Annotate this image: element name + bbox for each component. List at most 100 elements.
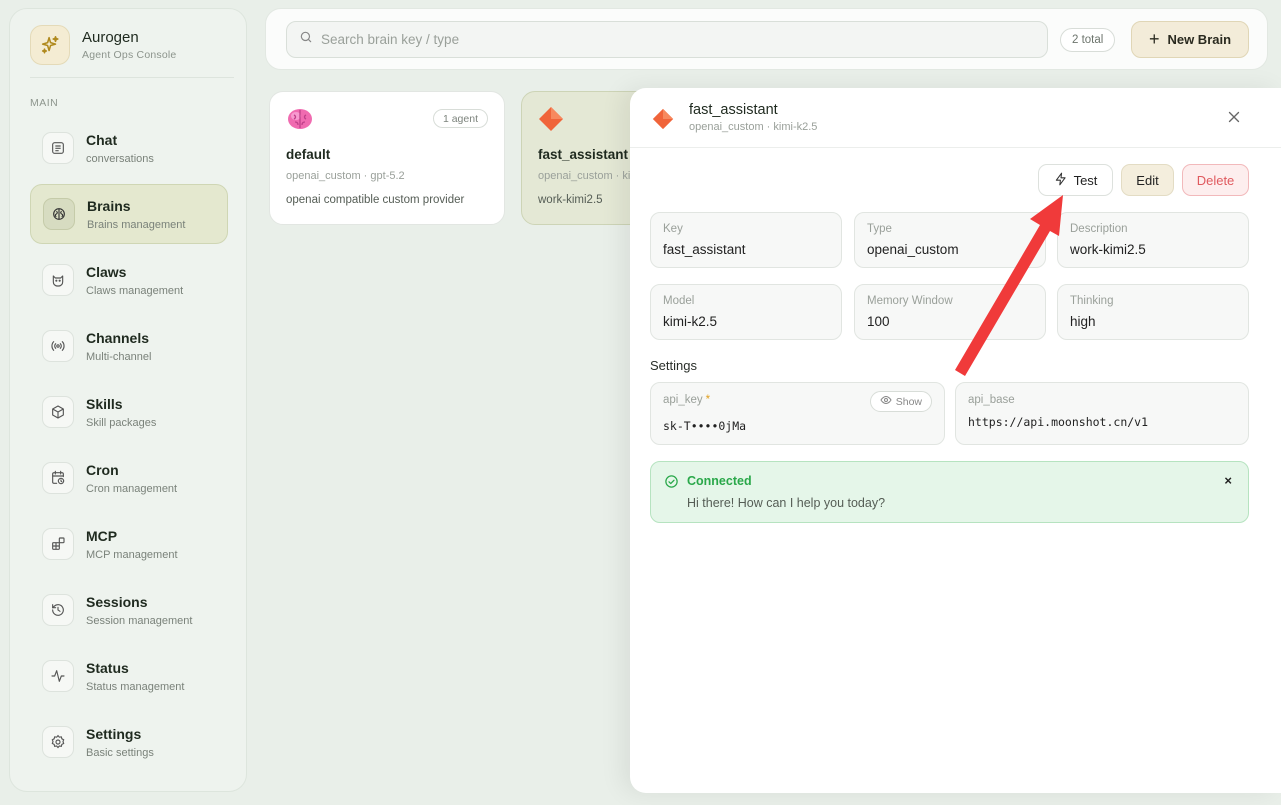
sidebar-item-mcp[interactable]: MCP MCP management	[30, 514, 228, 574]
divider	[630, 147, 1281, 148]
test-label: Test	[1073, 172, 1098, 188]
new-brain-label: New Brain	[1167, 32, 1232, 47]
brain-card-default[interactable]: 1 agent default openai_custom · gpt-5.2 …	[269, 91, 505, 225]
sidebar-item-sub: Cron management	[86, 482, 178, 495]
zap-icon	[1054, 172, 1074, 189]
field-value: openai_custom	[867, 242, 959, 257]
package-icon	[42, 396, 74, 428]
field-label: Thinking	[1070, 295, 1114, 307]
field-description: Description work-kimi2.5	[1057, 212, 1249, 268]
setting-label: api_base	[968, 394, 1015, 406]
close-icon[interactable]	[1225, 108, 1243, 126]
field-value: work-kimi2.5	[1070, 242, 1146, 257]
topbar: 2 total + New Brain	[265, 8, 1268, 70]
test-button[interactable]: Test	[1038, 164, 1113, 196]
calendar-clock-icon	[42, 462, 74, 494]
history-icon	[42, 594, 74, 626]
delete-button[interactable]: Delete	[1182, 164, 1249, 196]
sidebar-item-brains[interactable]: Brains Brains management	[30, 184, 228, 244]
api-key-value: sk-T••••0jMa	[663, 419, 747, 433]
sidebar-item-label: Chat	[86, 131, 118, 148]
api-base-value: https://api.moonshot.cn/v1	[968, 415, 1149, 429]
sidebar: Aurogen Agent Ops Console MAIN Chat conv…	[9, 8, 247, 792]
show-label: Show	[895, 395, 922, 408]
settings-heading: Settings	[650, 358, 697, 373]
chat-icon	[42, 132, 74, 164]
sidebar-item-settings[interactable]: Settings Basic settings	[30, 712, 228, 772]
section-label: MAIN	[30, 97, 59, 109]
sidebar-item-sessions[interactable]: Sessions Session management	[30, 580, 228, 640]
sidebar-item-sub: Brains management	[87, 218, 186, 231]
card-meta: openai_custom · gpt-5.2	[286, 170, 405, 182]
cat-icon	[42, 264, 74, 296]
sidebar-item-sub: MCP management	[86, 548, 178, 561]
brain-icon	[43, 198, 75, 230]
check-circle-icon	[664, 474, 679, 494]
broadcast-icon	[42, 330, 74, 362]
field-memory-window: Memory Window 100	[854, 284, 1046, 340]
drawer-title: fast_assistant	[689, 102, 778, 118]
sparkles-icon	[30, 25, 70, 65]
setting-api-base: api_base https://api.moonshot.cn/v1	[955, 382, 1249, 445]
field-key: Key fast_assistant	[650, 212, 842, 268]
card-title: fast_assistant	[538, 147, 629, 162]
connection-alert: Connected Hi there! How can I help you t…	[650, 461, 1249, 523]
sidebar-item-label: MCP	[86, 527, 118, 544]
plus-icon: +	[1148, 29, 1160, 49]
sidebar-item-sub: Status management	[86, 680, 185, 693]
sidebar-item-label: Claws	[86, 263, 127, 280]
search-input[interactable]	[321, 32, 1021, 47]
sidebar-item-chat[interactable]: Chat conversations	[30, 118, 228, 178]
required-marker: *	[705, 394, 711, 406]
field-type: Type openai_custom	[854, 212, 1046, 268]
sidebar-item-claws[interactable]: Claws Claws management	[30, 250, 228, 310]
sidebar-item-sub: Skill packages	[86, 416, 157, 429]
field-value: fast_assistant	[663, 242, 746, 257]
brand-title: Aurogen	[82, 29, 139, 46]
setting-api-key: api_key * Show sk-T••••0jMa	[650, 382, 945, 445]
card-title: default	[286, 147, 331, 162]
field-label: Key	[663, 223, 683, 235]
new-brain-button[interactable]: + New Brain	[1131, 21, 1249, 58]
blocks-icon	[42, 528, 74, 560]
sidebar-item-skills[interactable]: Skills Skill packages	[30, 382, 228, 442]
search-box[interactable]	[286, 21, 1048, 58]
field-label: Memory Window	[867, 295, 953, 307]
sidebar-item-sub: Claws management	[86, 284, 184, 297]
sidebar-item-sub: Multi-channel	[86, 350, 152, 363]
brain-icon	[286, 106, 314, 137]
sidebar-item-channels[interactable]: Channels Multi-channel	[30, 316, 228, 376]
brand: Aurogen Agent Ops Console	[30, 25, 176, 65]
brain-detail-drawer: fast_assistant openai_custom · kimi-k2.5…	[630, 88, 1281, 793]
field-label: Description	[1070, 223, 1128, 235]
alert-close-button[interactable]: ×	[1224, 473, 1232, 488]
total-count-badge: 2 total	[1060, 28, 1116, 52]
sidebar-item-sub: Basic settings	[86, 746, 154, 759]
card-description: openai compatible custom provider	[286, 194, 465, 206]
field-label: Model	[663, 295, 695, 307]
edit-button[interactable]: Edit	[1121, 164, 1174, 196]
eye-icon	[880, 394, 896, 409]
sidebar-item-label: Channels	[86, 329, 150, 346]
brand-subtitle: Agent Ops Console	[82, 49, 177, 61]
field-label: Type	[867, 223, 892, 235]
search-icon	[299, 30, 313, 49]
sidebar-item-label: Settings	[86, 725, 142, 742]
sidebar-item-label: Sessions	[86, 593, 148, 610]
alert-message: Hi there! How can I help you today?	[687, 496, 886, 510]
divider	[30, 77, 234, 78]
sidebar-item-label: Skills	[86, 395, 123, 412]
alert-title: Connected	[687, 474, 752, 488]
sidebar-item-label: Cron	[86, 461, 119, 478]
sidebar-item-status[interactable]: Status Status management	[30, 646, 228, 706]
drawer-meta: openai_custom · kimi-k2.5	[689, 121, 818, 133]
gear-icon	[42, 726, 74, 758]
show-secret-button[interactable]: Show	[869, 391, 932, 412]
diamond-icon	[538, 106, 564, 137]
sidebar-item-cron[interactable]: Cron Cron management	[30, 448, 228, 508]
field-value: 100	[867, 314, 890, 329]
activity-icon	[42, 660, 74, 692]
agent-count-badge: 1 agent	[432, 109, 488, 128]
sidebar-item-label: Brains	[87, 197, 131, 214]
field-value: kimi-k2.5	[663, 314, 718, 329]
